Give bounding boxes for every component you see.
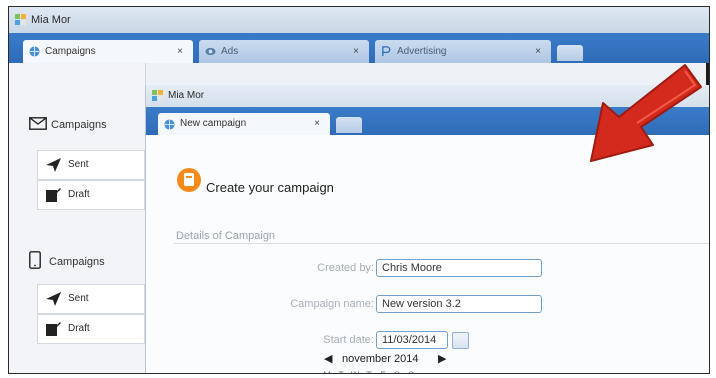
start-date-label: Start date: xyxy=(323,334,374,346)
campaign-logo-icon xyxy=(177,168,201,192)
weekday: T xyxy=(362,370,376,373)
close-icon[interactable]: × xyxy=(314,113,320,135)
sidebar-heading-label: Campaigns xyxy=(49,256,105,268)
close-icon[interactable]: × xyxy=(535,40,541,63)
draft-icon xyxy=(46,188,61,202)
campaign-name-field[interactable] xyxy=(376,295,542,313)
close-icon[interactable]: × xyxy=(177,40,183,63)
app-window: Mia Mor Campaigns × Ads × Advertising × xyxy=(8,6,710,374)
sidebar: Campaigns Sent Draft Campaigns Sent Draf… xyxy=(9,63,146,373)
calendar-weekdays: MTWTFSS xyxy=(320,370,418,373)
calendar-month-label: november 2014 xyxy=(342,353,419,365)
sidebar-heading-campaigns-email[interactable]: Campaigns xyxy=(29,117,107,131)
section-title: Details of Campaign xyxy=(176,230,276,242)
prev-month-button[interactable]: ◀ xyxy=(324,352,332,365)
nested-window-title: Mia Mor xyxy=(168,90,205,101)
tab-bar: Campaigns × Ads × Advertising × xyxy=(9,33,709,63)
new-tab-button[interactable] xyxy=(336,117,362,133)
sidebar-item-draft[interactable]: Draft xyxy=(37,180,145,210)
window-title: Mia Mor xyxy=(31,14,71,26)
envelope-icon xyxy=(29,117,47,130)
tab-campaigns[interactable]: Campaigns × xyxy=(23,40,193,63)
tab-ads[interactable]: Ads × xyxy=(199,40,369,63)
calendar-button[interactable] xyxy=(452,332,469,349)
next-month-button[interactable]: ▶ xyxy=(438,352,446,365)
pointer-arrow-icon xyxy=(590,64,702,162)
weekday: S xyxy=(390,370,404,373)
sidebar-heading-campaigns-mobile[interactable]: Campaigns xyxy=(29,251,105,269)
send-icon xyxy=(46,158,61,172)
tab-label: New campaign xyxy=(180,118,247,129)
campaign-name-label: Campaign name: xyxy=(290,298,374,310)
weekday: T xyxy=(334,370,348,373)
sidebar-heading-label: Campaigns xyxy=(51,119,107,131)
sidebar-item-sent[interactable]: Sent xyxy=(37,284,145,314)
weekday: M xyxy=(320,370,334,373)
weekday: F xyxy=(376,370,390,373)
sidebar-item-draft[interactable]: Draft xyxy=(37,314,145,344)
p-icon xyxy=(382,46,391,57)
sidebar-item-label: Draft xyxy=(68,189,90,200)
phone-icon xyxy=(29,251,41,269)
created-by-label: Created by: xyxy=(317,262,374,274)
tab-advertising[interactable]: Advertising × xyxy=(375,40,551,63)
globe-icon xyxy=(164,119,175,130)
sidebar-item-label: Sent xyxy=(68,159,89,170)
title-bar: Mia Mor xyxy=(9,7,709,33)
sidebar-item-label: Draft xyxy=(68,323,90,334)
created-by-field[interactable] xyxy=(376,259,542,277)
tab-new-campaign[interactable]: New campaign × xyxy=(158,113,330,135)
weekday: W xyxy=(348,370,362,373)
app-logo-icon xyxy=(152,90,163,101)
tab-label: Campaigns xyxy=(45,46,96,57)
section-divider xyxy=(174,243,709,244)
sidebar-item-label: Sent xyxy=(68,293,89,304)
page-title: Create your campaign xyxy=(206,180,334,195)
tab-label: Ads xyxy=(221,46,239,57)
sidebar-item-sent[interactable]: Sent xyxy=(37,150,145,180)
new-tab-button[interactable] xyxy=(557,45,583,61)
weekday: S xyxy=(404,370,418,373)
draft-icon xyxy=(46,322,61,336)
tab-label: Advertising xyxy=(397,46,447,57)
close-icon[interactable]: × xyxy=(353,40,359,63)
app-logo-icon xyxy=(15,14,26,25)
send-icon xyxy=(46,292,61,306)
ad-icon xyxy=(205,47,216,56)
start-date-field[interactable] xyxy=(376,331,448,349)
globe-icon xyxy=(29,46,40,57)
